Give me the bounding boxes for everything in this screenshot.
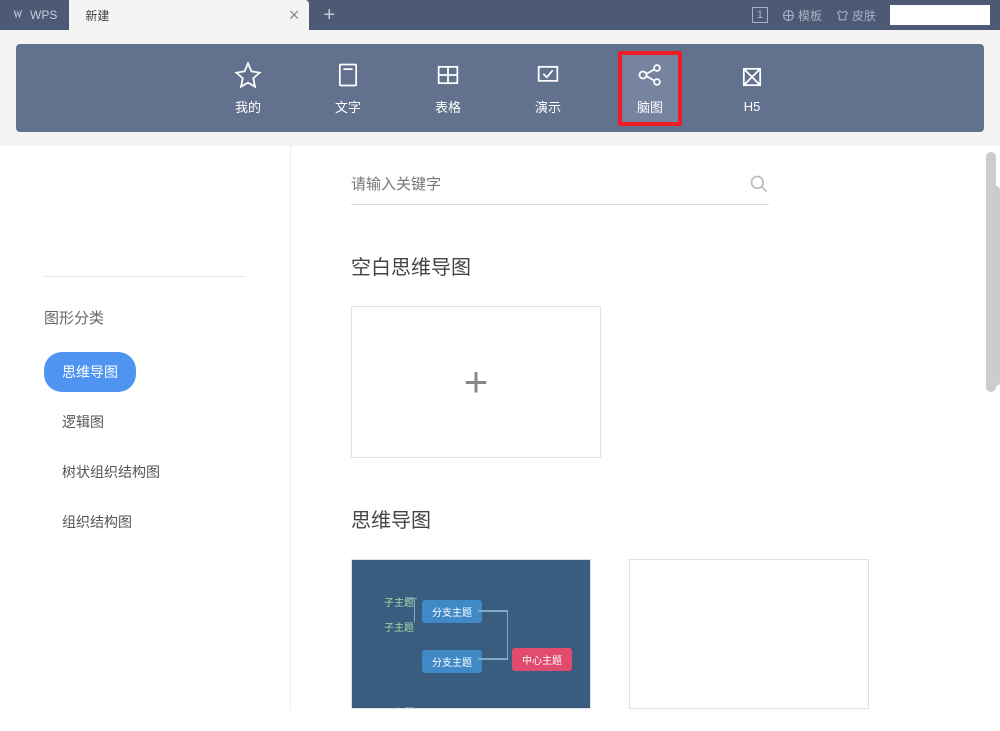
preview-branch: 分支主题 bbox=[422, 600, 482, 623]
category-list: 思维导图 逻辑图 树状组织结构图 组织结构图 bbox=[44, 352, 246, 552]
h5-icon bbox=[738, 63, 766, 91]
template-card[interactable] bbox=[629, 559, 869, 709]
ribbon-writer[interactable]: 文字 bbox=[318, 51, 378, 126]
template-icon bbox=[782, 9, 795, 22]
preview-leaf: 子主题 bbox=[374, 615, 424, 638]
document-tab[interactable]: 新建 × bbox=[69, 0, 309, 30]
category-logic[interactable]: 逻辑图 bbox=[44, 402, 122, 442]
tab-label: 新建 bbox=[85, 7, 109, 24]
preview-center: 中心主题 bbox=[512, 648, 572, 671]
search-icon[interactable] bbox=[749, 174, 769, 194]
ribbon-my[interactable]: 我的 bbox=[218, 51, 278, 126]
search-row bbox=[351, 174, 769, 205]
main-area: 图形分类 思维导图 逻辑图 树状组织结构图 组织结构图 空白思维导图 + 思维导… bbox=[0, 146, 1000, 709]
titlebar: WPS 新建 × + 1 模板 皮肤 bbox=[0, 0, 1000, 30]
star-icon bbox=[234, 61, 262, 89]
app-name: WPS bbox=[30, 8, 57, 22]
document-icon bbox=[334, 61, 362, 89]
preview-leaf: 子主题 bbox=[374, 590, 424, 613]
skin-link[interactable]: 皮肤 bbox=[836, 7, 876, 24]
wps-logo-icon bbox=[12, 8, 26, 22]
category-tree-org[interactable]: 树状组织结构图 bbox=[44, 452, 178, 492]
ribbon-toolbar: 我的 文字 表格 演示 脑图 H5 bbox=[16, 44, 984, 132]
ribbon-presentation[interactable]: 演示 bbox=[518, 51, 578, 126]
ribbon-h5[interactable]: H5 bbox=[722, 53, 782, 124]
search-input[interactable] bbox=[351, 176, 749, 193]
sidebar-title: 图形分类 bbox=[44, 307, 246, 328]
login-box[interactable] bbox=[890, 5, 990, 25]
preview-branch: 分支主题 bbox=[422, 650, 482, 673]
ribbon-spreadsheet[interactable]: 表格 bbox=[418, 51, 478, 126]
app-button[interactable]: WPS bbox=[0, 0, 69, 30]
template-card[interactable]: 子主题 子主题 分支主题 分支主题 中心主题 子主题 bbox=[351, 559, 591, 709]
new-tab-button[interactable]: + bbox=[309, 5, 349, 25]
template-link[interactable]: 模板 bbox=[782, 7, 822, 24]
sidebar-divider bbox=[44, 276, 246, 277]
titlebar-right: 1 模板 皮肤 bbox=[752, 5, 1000, 25]
plus-icon: + bbox=[464, 361, 489, 403]
category-org[interactable]: 组织结构图 bbox=[44, 502, 150, 542]
content-area: 空白思维导图 + 思维导图 子主题 子主题 分支主题 分支主题 中心主题 子主题 bbox=[290, 146, 1000, 709]
skin-icon bbox=[836, 9, 849, 22]
close-icon[interactable]: × bbox=[289, 6, 300, 24]
blank-template-card[interactable]: + bbox=[351, 306, 601, 458]
mindmap-preview: 子主题 子主题 分支主题 分支主题 中心主题 子主题 bbox=[352, 560, 590, 708]
section-templates-title: 思维导图 bbox=[351, 504, 950, 533]
mindmap-icon bbox=[636, 61, 664, 89]
notification-badge[interactable]: 1 bbox=[752, 7, 768, 23]
ribbon-mindmap[interactable]: 脑图 bbox=[618, 51, 682, 126]
preview-leaf: 子主题 bbox=[374, 700, 424, 709]
templates-row: 子主题 子主题 分支主题 分支主题 中心主题 子主题 bbox=[351, 559, 950, 709]
section-blank-title: 空白思维导图 bbox=[351, 251, 950, 280]
sidebar: 图形分类 思维导图 逻辑图 树状组织结构图 组织结构图 bbox=[0, 146, 290, 709]
table-icon bbox=[434, 61, 462, 89]
presentation-icon bbox=[534, 61, 562, 89]
category-mindmap[interactable]: 思维导图 bbox=[44, 352, 136, 392]
window-scrollbar[interactable] bbox=[992, 186, 1000, 386]
